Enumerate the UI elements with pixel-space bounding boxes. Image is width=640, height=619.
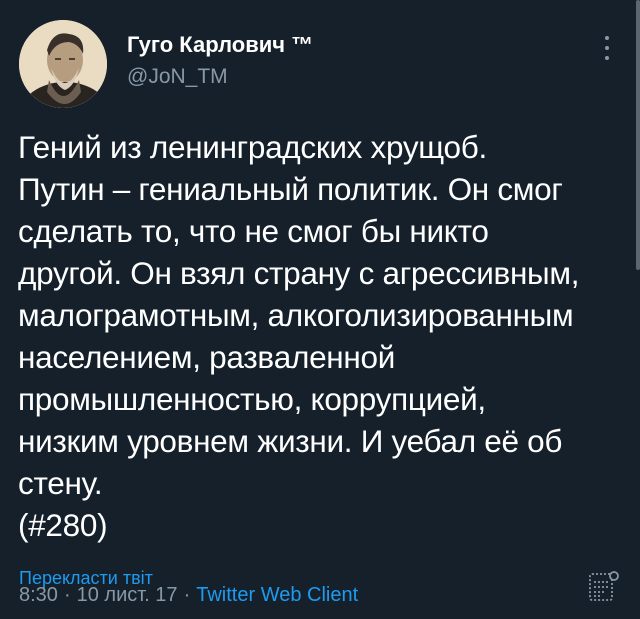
tweet-meta: 8:30 · 10 лист. 17 · Twitter Web Client bbox=[19, 581, 358, 609]
tweet-time[interactable]: 8:30 bbox=[19, 581, 58, 609]
meta-separator: · bbox=[63, 584, 71, 606]
more-dot bbox=[605, 36, 609, 40]
tweet-date[interactable]: 10 лист. 17 bbox=[77, 581, 178, 609]
tweet-header: Гуго Карлович ™ @JoN_TM bbox=[19, 18, 616, 110]
scrollbar-thumb[interactable] bbox=[636, 0, 640, 270]
avatar[interactable] bbox=[19, 20, 107, 108]
more-dot bbox=[605, 56, 609, 60]
author-identity[interactable]: Гуго Карлович ™ @JoN_TM bbox=[127, 31, 313, 91]
handle[interactable]: @JoN_TM bbox=[127, 63, 313, 91]
scrollbar[interactable] bbox=[634, 0, 640, 619]
tweet: Гуго Карлович ™ @JoN_TM Гений из ленингр… bbox=[0, 0, 640, 619]
analytics-icon[interactable] bbox=[586, 568, 622, 604]
meta-separator: · bbox=[183, 584, 191, 606]
more-vertical-icon[interactable] bbox=[604, 36, 610, 60]
avatar-portrait bbox=[19, 20, 107, 108]
tweet-client[interactable]: Twitter Web Client bbox=[196, 581, 358, 609]
more-dot bbox=[605, 46, 609, 50]
display-name[interactable]: Гуго Карлович ™ bbox=[127, 31, 313, 59]
tweet-text: Гений из ленинградских хрущоб. Путин – г… bbox=[18, 129, 580, 543]
